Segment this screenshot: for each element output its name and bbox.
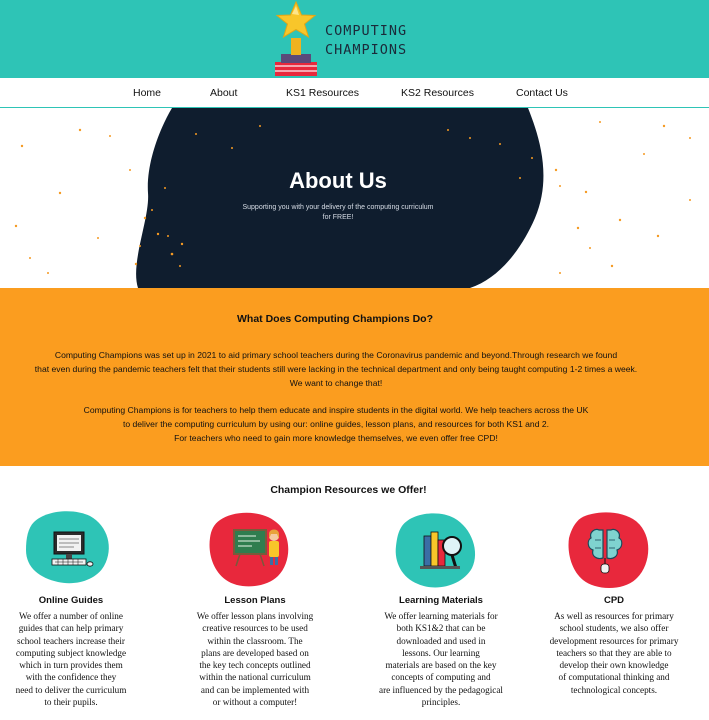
card-line: We offer lesson plans involving xyxy=(196,611,314,621)
card-line: technological concepts. xyxy=(570,684,658,695)
teacher-board-icon xyxy=(209,512,289,587)
computer-icon xyxy=(26,511,109,584)
resource-card-online-guides[interactable]: Online Guides We offer a number of onlin… xyxy=(0,508,156,720)
nav-ks1-resources[interactable]: KS1 Resources xyxy=(286,87,359,99)
resource-card-lesson-plans[interactable]: Lesson Plans We offer lesson plans invol… xyxy=(170,508,340,720)
card-line: or without a computer! xyxy=(212,697,298,708)
card-line: plans are developed based on xyxy=(201,647,309,658)
card-line: and can be implemented with xyxy=(200,684,310,695)
books-magnifier-icon xyxy=(395,513,476,588)
hero-subtitle: Supporting you with your delivery of the… xyxy=(228,203,448,223)
nav-contact-us[interactable]: Contact Us xyxy=(516,87,568,99)
card-line: school teachers increase their xyxy=(17,635,125,646)
card-line: materials are based on the key xyxy=(385,660,497,671)
nav-about[interactable]: About xyxy=(210,87,237,99)
site-header: COMPUTING CHAMPIONS xyxy=(0,0,709,78)
card-line: development resources for primary xyxy=(549,635,679,646)
card-line: creative resources to be used xyxy=(202,623,308,634)
main-nav: Home About KS1 Resources KS2 Resources C… xyxy=(0,78,709,108)
card-line: both KS1&2 that can be xyxy=(396,623,486,634)
card-line: are influenced by the pedagogical xyxy=(379,684,503,695)
about-heading: What Does Computing Champions Do? xyxy=(237,313,433,325)
about-paragraph-2: Computing Champions is for teachers to h… xyxy=(8,403,664,445)
about-p2-line1: Computing Champions is for teachers to h… xyxy=(83,405,589,415)
card-title: CPD xyxy=(603,595,625,606)
card-line: need to deliver the curriculum xyxy=(15,684,127,695)
resource-card-learning-materials[interactable]: Learning Materials We offer learning mat… xyxy=(356,508,526,720)
about-p2-line2: to deliver the computing curriculum by u… xyxy=(122,419,550,429)
hero-subtitle-line1: Supporting you with your delivery of the… xyxy=(242,204,434,211)
nav-ks2-resources[interactable]: KS2 Resources xyxy=(401,87,474,99)
card-line: which in turn provides them xyxy=(19,660,123,671)
card-description: As well as resources for primary school … xyxy=(529,610,699,696)
card-line: As well as resources for primary xyxy=(554,611,674,621)
card-line: lessons. Our learning xyxy=(402,647,480,658)
about-section: What Does Computing Champions Do? Comput… xyxy=(0,288,709,466)
card-line: school students, we also offer xyxy=(559,623,669,634)
about-p1-line1: Computing Champions was set up in 2021 t… xyxy=(54,350,618,360)
card-line: teachers so that they are able to xyxy=(556,647,672,658)
card-line: to their pupils. xyxy=(44,697,98,708)
hero-subtitle-line2: for FREE! xyxy=(322,214,354,221)
about-paragraph-1: Computing Champions was set up in 2021 t… xyxy=(8,348,664,390)
card-line: guides that can help primary xyxy=(18,623,124,634)
card-line: develop their own knowledge xyxy=(559,660,669,671)
resource-card-cpd[interactable]: CPD As well as resources for primary sch… xyxy=(529,508,699,720)
resources-heading: Champion Resources we Offer! xyxy=(270,484,427,496)
logo-line1: COMPUTING xyxy=(325,23,408,39)
card-title: Online Guides xyxy=(38,595,104,606)
hero-section: About Us Supporting you with your delive… xyxy=(0,108,709,288)
card-line: principles. xyxy=(421,697,461,708)
brain-circuit-icon xyxy=(568,512,649,588)
card-description: We offer a number of online guides that … xyxy=(0,610,156,708)
card-line: We offer learning materials for xyxy=(384,611,498,621)
nav-home[interactable]: Home xyxy=(133,87,161,99)
about-p1-line2: that even during the pandemic teachers f… xyxy=(34,364,638,374)
card-line: within the classroom. The xyxy=(207,635,303,646)
page-title: About Us xyxy=(289,168,387,193)
card-line: of computational thinking and xyxy=(558,672,670,683)
about-p1-line3: We want to change that! xyxy=(289,378,383,388)
card-description: We offer lesson plans involving creative… xyxy=(170,610,340,708)
card-line: concepts of computing and xyxy=(391,672,491,683)
card-line: within the national curriculum xyxy=(199,672,311,683)
card-line: the key tech concepts outlined xyxy=(199,660,311,671)
card-title: Lesson Plans xyxy=(224,595,286,606)
card-line: downloaded and used in xyxy=(396,635,486,646)
card-title: Learning Materials xyxy=(399,595,483,606)
about-p2-line3: For teachers who need to gain more knowl… xyxy=(174,433,498,443)
card-description: We offer learning materials for both KS1… xyxy=(356,610,526,708)
logo-wordmark[interactable]: COMPUTING CHAMPIONS xyxy=(325,22,407,60)
hero-blob-background xyxy=(14,108,691,288)
logo-line2: CHAMPIONS xyxy=(325,42,408,58)
card-line: with the confidence they xyxy=(25,672,117,683)
card-line: We offer a number of online xyxy=(19,611,123,621)
card-line: computing subject knowledge xyxy=(15,647,127,658)
